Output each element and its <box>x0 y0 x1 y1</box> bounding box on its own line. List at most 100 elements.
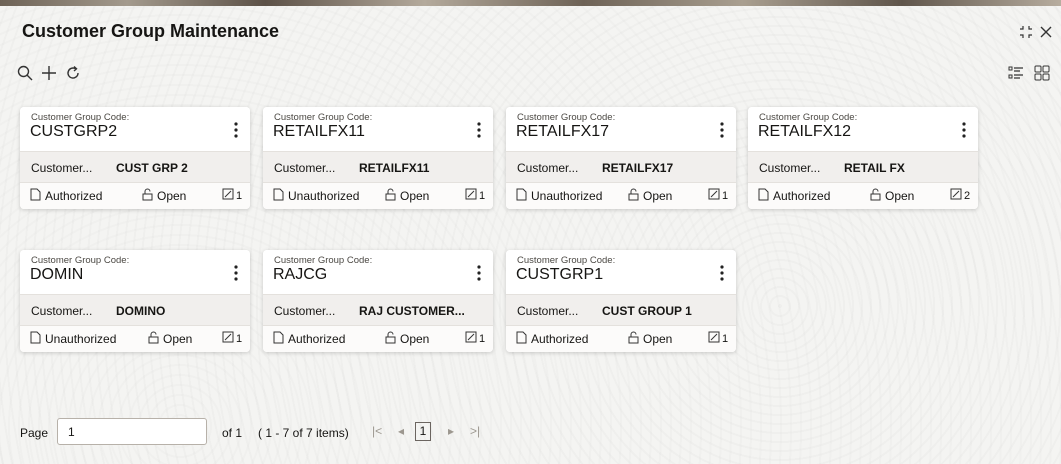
background-pattern <box>0 6 1061 464</box>
modification-number: 1 <box>222 188 242 203</box>
mod-number-text: 1 <box>722 332 729 345</box>
unlock-icon <box>628 331 639 347</box>
customer-group-card[interactable]: Customer Group Code: RAJCG Customer... R… <box>263 250 493 352</box>
code-label: Customer Group Code: <box>274 255 373 266</box>
description-label: Customer... <box>517 304 579 318</box>
open-status: Open <box>385 188 429 204</box>
customer-group-card[interactable]: Customer Group Code: RETAILFX12 Customer… <box>748 107 978 209</box>
code-label: Customer Group Code: <box>759 112 858 123</box>
mod-number-text: 1 <box>236 189 243 202</box>
page-count-text: of 1 <box>222 426 243 440</box>
more-options-icon[interactable] <box>471 263 487 283</box>
status-text: Authorized <box>773 189 831 203</box>
open-text: Open <box>885 189 915 203</box>
maximize-icon[interactable] <box>1018 24 1034 40</box>
modification-number: 1 <box>465 331 485 346</box>
code-value: RETAILFX12 <box>758 123 852 140</box>
more-options-icon[interactable] <box>714 120 730 140</box>
authorization-status: Authorized <box>758 188 830 204</box>
status-text: Unauthorized <box>288 189 360 203</box>
unlock-icon <box>385 331 396 347</box>
open-status: Open <box>870 188 914 204</box>
open-text: Open <box>400 332 430 346</box>
search-icon[interactable] <box>16 64 34 82</box>
mod-number-text: 1 <box>722 189 729 202</box>
edit-icon <box>222 331 234 346</box>
authorization-status: Authorized <box>273 331 345 347</box>
open-text: Open <box>157 189 187 203</box>
page-title: Customer Group Maintenance <box>22 21 280 41</box>
code-value: RETAILFX11 <box>273 123 365 140</box>
close-icon[interactable] <box>1038 24 1054 40</box>
document-icon <box>758 188 769 204</box>
first-page-button[interactable]: |< <box>372 424 382 438</box>
status-text: Unauthorized <box>45 332 117 346</box>
pagination-bar: Page of 1 ( 1 - 7 of 7 items) |< ◂ 1 ▸ >… <box>0 417 600 447</box>
page-number-input[interactable] <box>57 418 207 445</box>
unlock-icon <box>385 188 396 204</box>
code-label: Customer Group Code: <box>31 255 130 266</box>
edit-icon <box>465 188 477 203</box>
customer-group-card[interactable]: Customer Group Code: DOMIN Customer... D… <box>20 250 250 352</box>
document-icon <box>516 188 527 204</box>
description-value: RETAIL FX <box>844 161 905 175</box>
authorization-status: Unauthorized <box>30 331 116 347</box>
open-status: Open <box>628 188 672 204</box>
status-text: Authorized <box>288 332 346 346</box>
description-label: Customer... <box>517 161 579 175</box>
code-label: Customer Group Code: <box>31 112 130 123</box>
more-options-icon[interactable] <box>956 120 972 140</box>
items-count-text: ( 1 - 7 of 7 items) <box>258 426 349 440</box>
status-text: Authorized <box>45 189 103 203</box>
modification-number: 1 <box>708 331 728 346</box>
more-options-icon[interactable] <box>471 120 487 140</box>
mod-number-text: 1 <box>236 332 243 345</box>
unlock-icon <box>628 188 639 204</box>
plus-icon[interactable] <box>40 64 58 82</box>
description-label: Customer... <box>31 304 93 318</box>
customer-group-card[interactable]: Customer Group Code: RETAILFX11 Customer… <box>263 107 493 209</box>
more-options-icon[interactable] <box>228 120 244 140</box>
customer-group-card[interactable]: Customer Group Code: RETAILFX17 Customer… <box>506 107 736 209</box>
status-text: Authorized <box>531 332 589 346</box>
document-icon <box>273 188 284 204</box>
mod-number-text: 2 <box>964 189 971 202</box>
unlock-icon <box>870 188 881 204</box>
description-value: CUST GRP 2 <box>116 161 188 175</box>
status-text: Unauthorized <box>531 189 603 203</box>
open-status: Open <box>148 331 192 347</box>
description-value: RETAILFX17 <box>602 161 674 175</box>
more-options-icon[interactable] <box>714 263 730 283</box>
customer-group-card[interactable]: Customer Group Code: CUSTGRP2 Customer..… <box>20 107 250 209</box>
open-text: Open <box>163 332 193 346</box>
code-value: DOMIN <box>30 266 84 283</box>
edit-icon <box>708 331 720 346</box>
authorization-status: Authorized <box>30 188 102 204</box>
current-page-button[interactable]: 1 <box>415 422 431 441</box>
description-label: Customer... <box>274 304 336 318</box>
list-view-icon[interactable] <box>1007 64 1025 82</box>
mod-number-text: 1 <box>479 332 486 345</box>
tile-view-icon[interactable] <box>1033 64 1051 82</box>
code-value: RETAILFX17 <box>516 123 610 140</box>
previous-page-button[interactable]: ◂ <box>398 424 404 438</box>
window-header: Customer Group Maintenance <box>0 6 1061 52</box>
more-options-icon[interactable] <box>228 263 244 283</box>
open-status: Open <box>385 331 429 347</box>
last-page-button[interactable]: >| <box>470 424 480 438</box>
document-icon <box>516 331 527 347</box>
open-status: Open <box>142 188 186 204</box>
next-page-button[interactable]: ▸ <box>448 424 454 438</box>
open-text: Open <box>643 189 673 203</box>
description-value: CUST GROUP 1 <box>602 304 692 318</box>
modification-number: 2 <box>950 188 970 203</box>
document-icon <box>273 331 284 347</box>
unlock-icon <box>142 188 153 204</box>
edit-icon <box>222 188 234 203</box>
document-icon <box>30 331 41 347</box>
refresh-icon[interactable] <box>64 64 82 82</box>
code-label: Customer Group Code: <box>517 255 616 266</box>
open-text: Open <box>643 332 673 346</box>
customer-group-card[interactable]: Customer Group Code: CUSTGRP1 Customer..… <box>506 250 736 352</box>
modification-number: 1 <box>222 331 242 346</box>
